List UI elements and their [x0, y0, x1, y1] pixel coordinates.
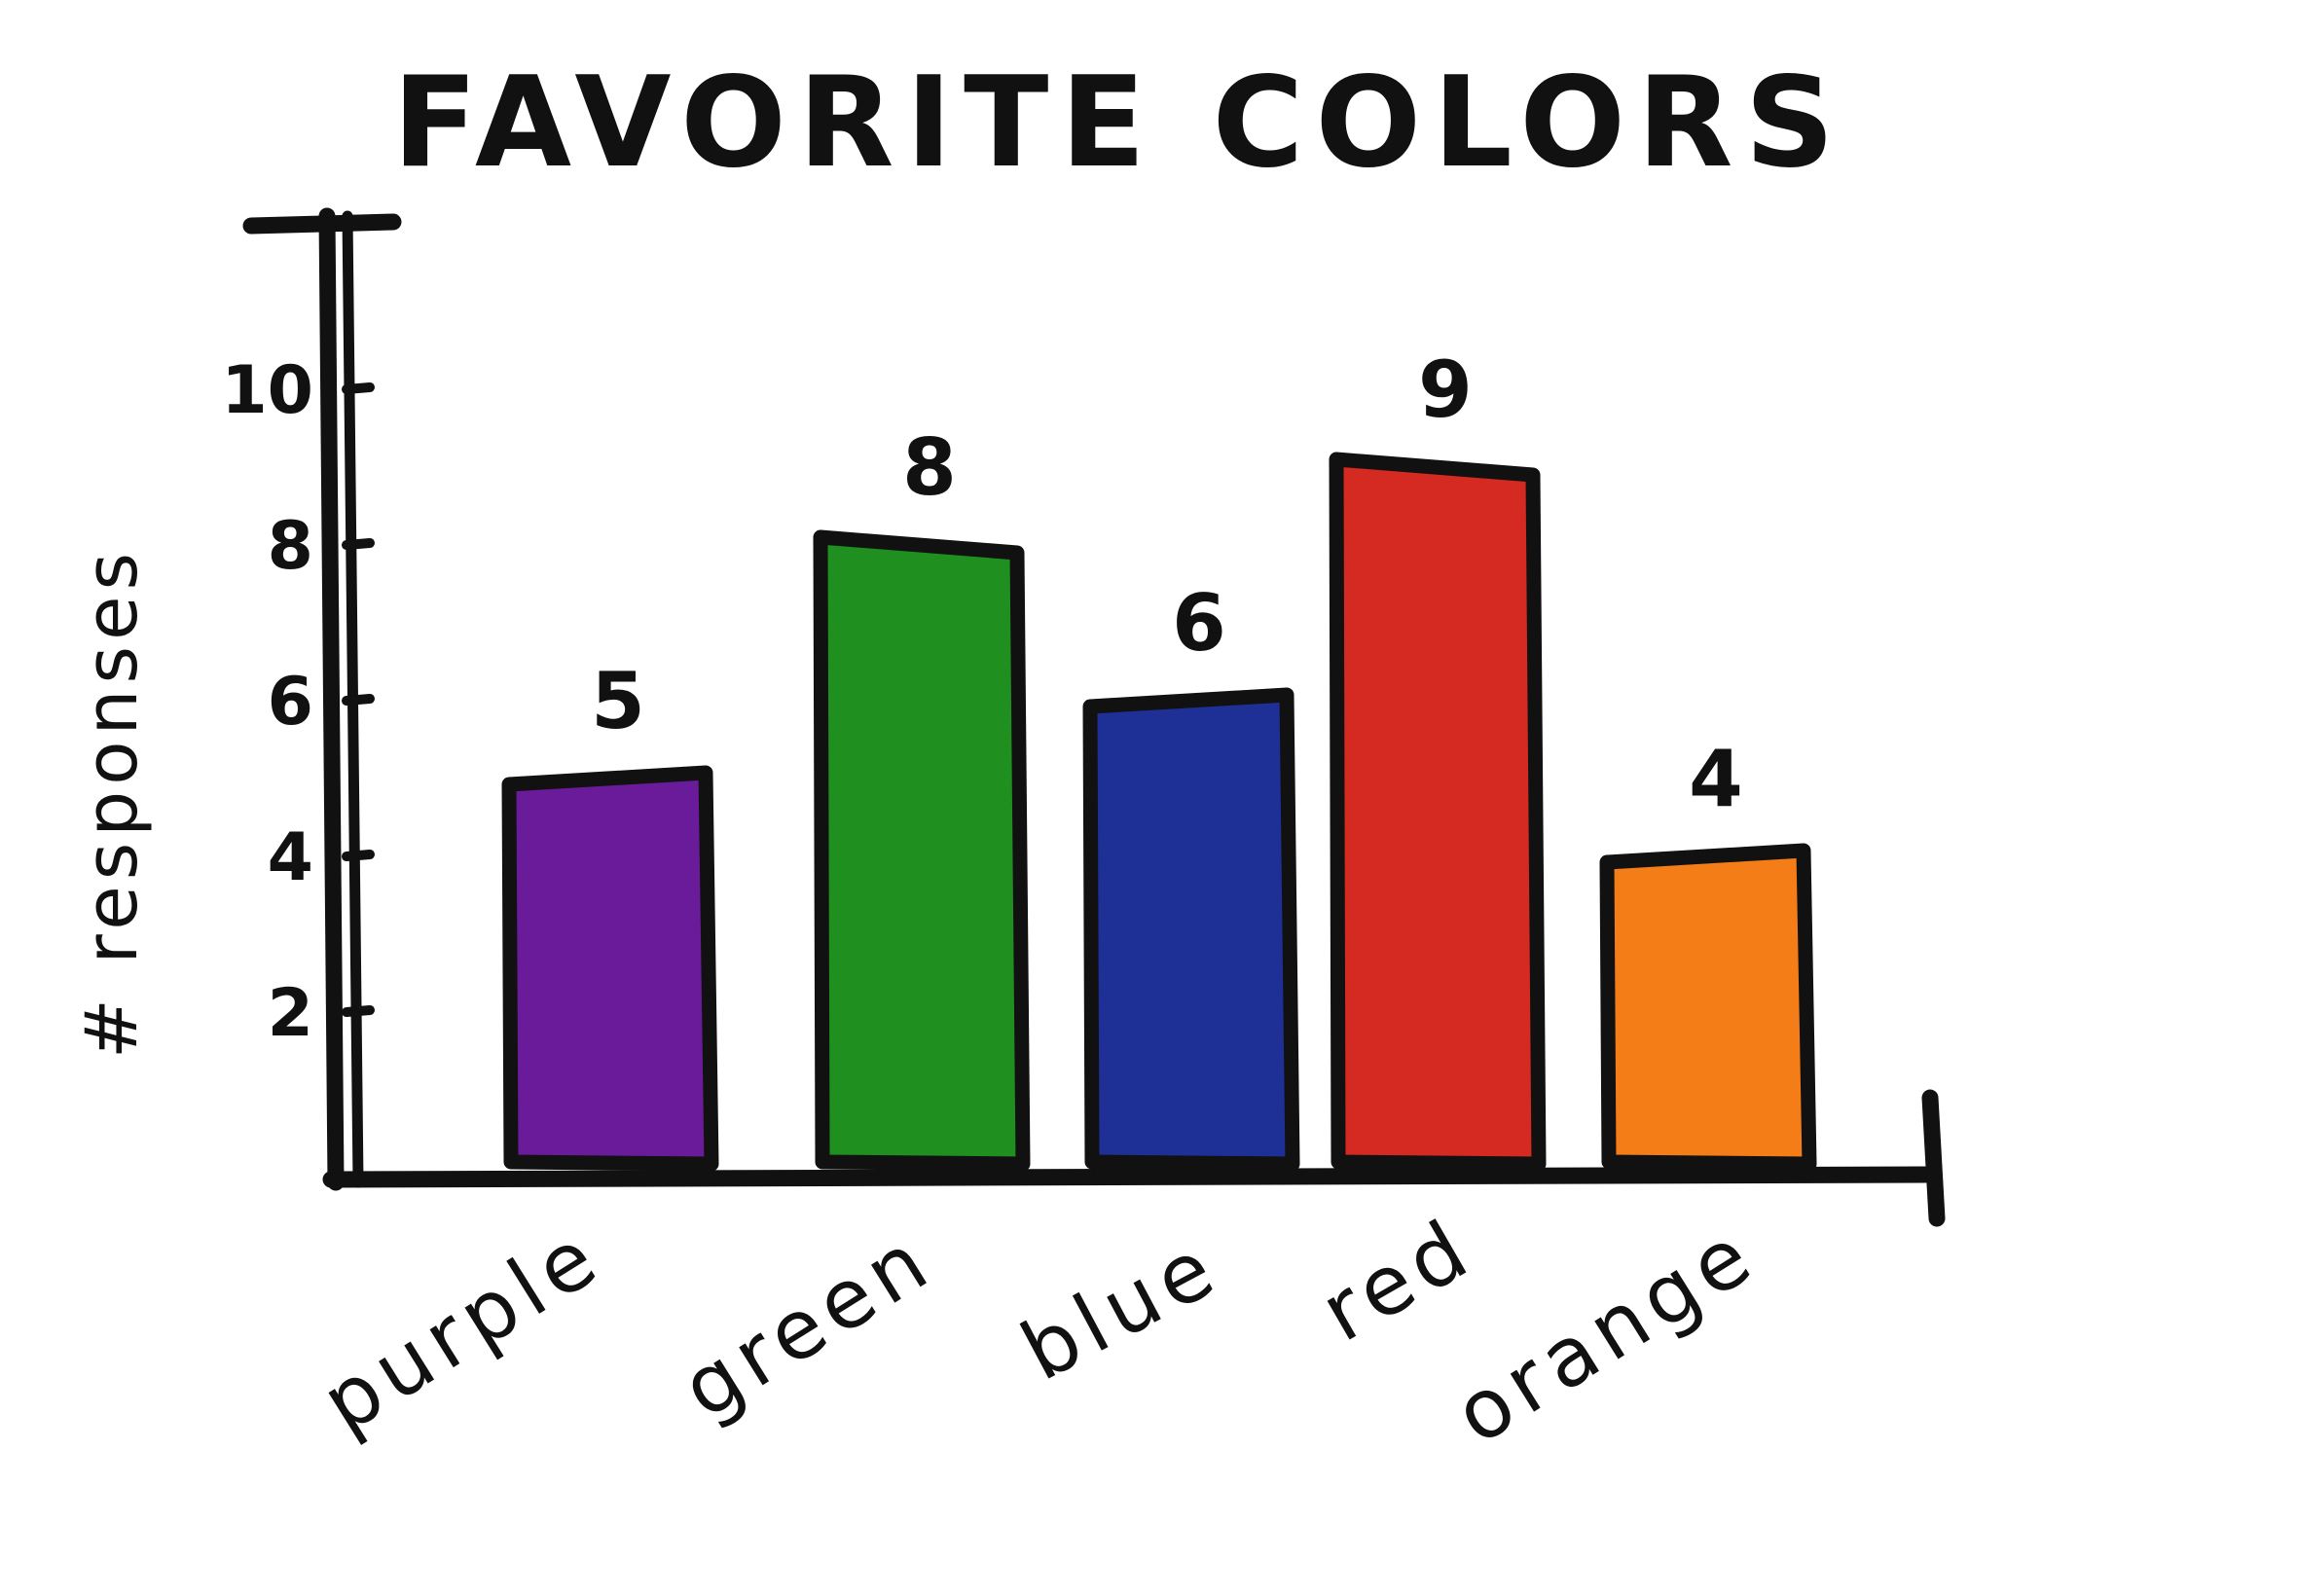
y-tick-label-4: 4: [268, 819, 313, 896]
y-axis-line: [318, 207, 345, 1191]
category-label-blue: blue: [1006, 1217, 1235, 1399]
category-labels: purple green blue redorange: [306, 1199, 1772, 1463]
y-tick-mark-8: [342, 538, 375, 550]
chart-title: FAVORITE COLORS: [392, 51, 1846, 196]
data-label-blue: 6: [1172, 578, 1226, 669]
data-label-orange: 4: [1689, 734, 1743, 824]
y-tick-label-2: 2: [268, 975, 313, 1052]
category-label-purple: purple: [306, 1207, 618, 1451]
data-label-green: 8: [902, 422, 957, 513]
y-tick-label-10: 10: [221, 352, 313, 429]
x-axis-cap: [1921, 1089, 1946, 1227]
data-label-red: 9: [1418, 345, 1473, 435]
y-tick-mark-2: [342, 1005, 375, 1017]
bar-green: [813, 529, 1031, 1172]
category-label-green: green: [666, 1211, 950, 1437]
y-tick-mark-4: [342, 850, 375, 861]
category-label-orange: orange: [1439, 1205, 1772, 1463]
y-tick-mark-6: [342, 694, 375, 706]
bar-orange: [1599, 843, 1817, 1172]
y-axis-cap: [242, 213, 402, 235]
y-axis-label: # responses: [70, 547, 154, 1059]
category-label-red: red: [1305, 1199, 1489, 1360]
bar-purple: [501, 765, 719, 1172]
x-axis-line: [322, 1166, 1934, 1188]
y-tick-mark-10: [342, 382, 375, 394]
y-tick-label-6: 6: [268, 664, 313, 741]
bar-chart: FAVORITE COLORS # responses 2 4 6 8 10 5 8 6 9 4…: [70, 51, 1946, 1463]
y-tick-label-8: 8: [268, 508, 313, 585]
bar-blue: [1082, 687, 1300, 1172]
bar-red: [1329, 452, 1547, 1172]
bars: [501, 452, 1817, 1172]
data-label-purple: 5: [591, 656, 645, 746]
